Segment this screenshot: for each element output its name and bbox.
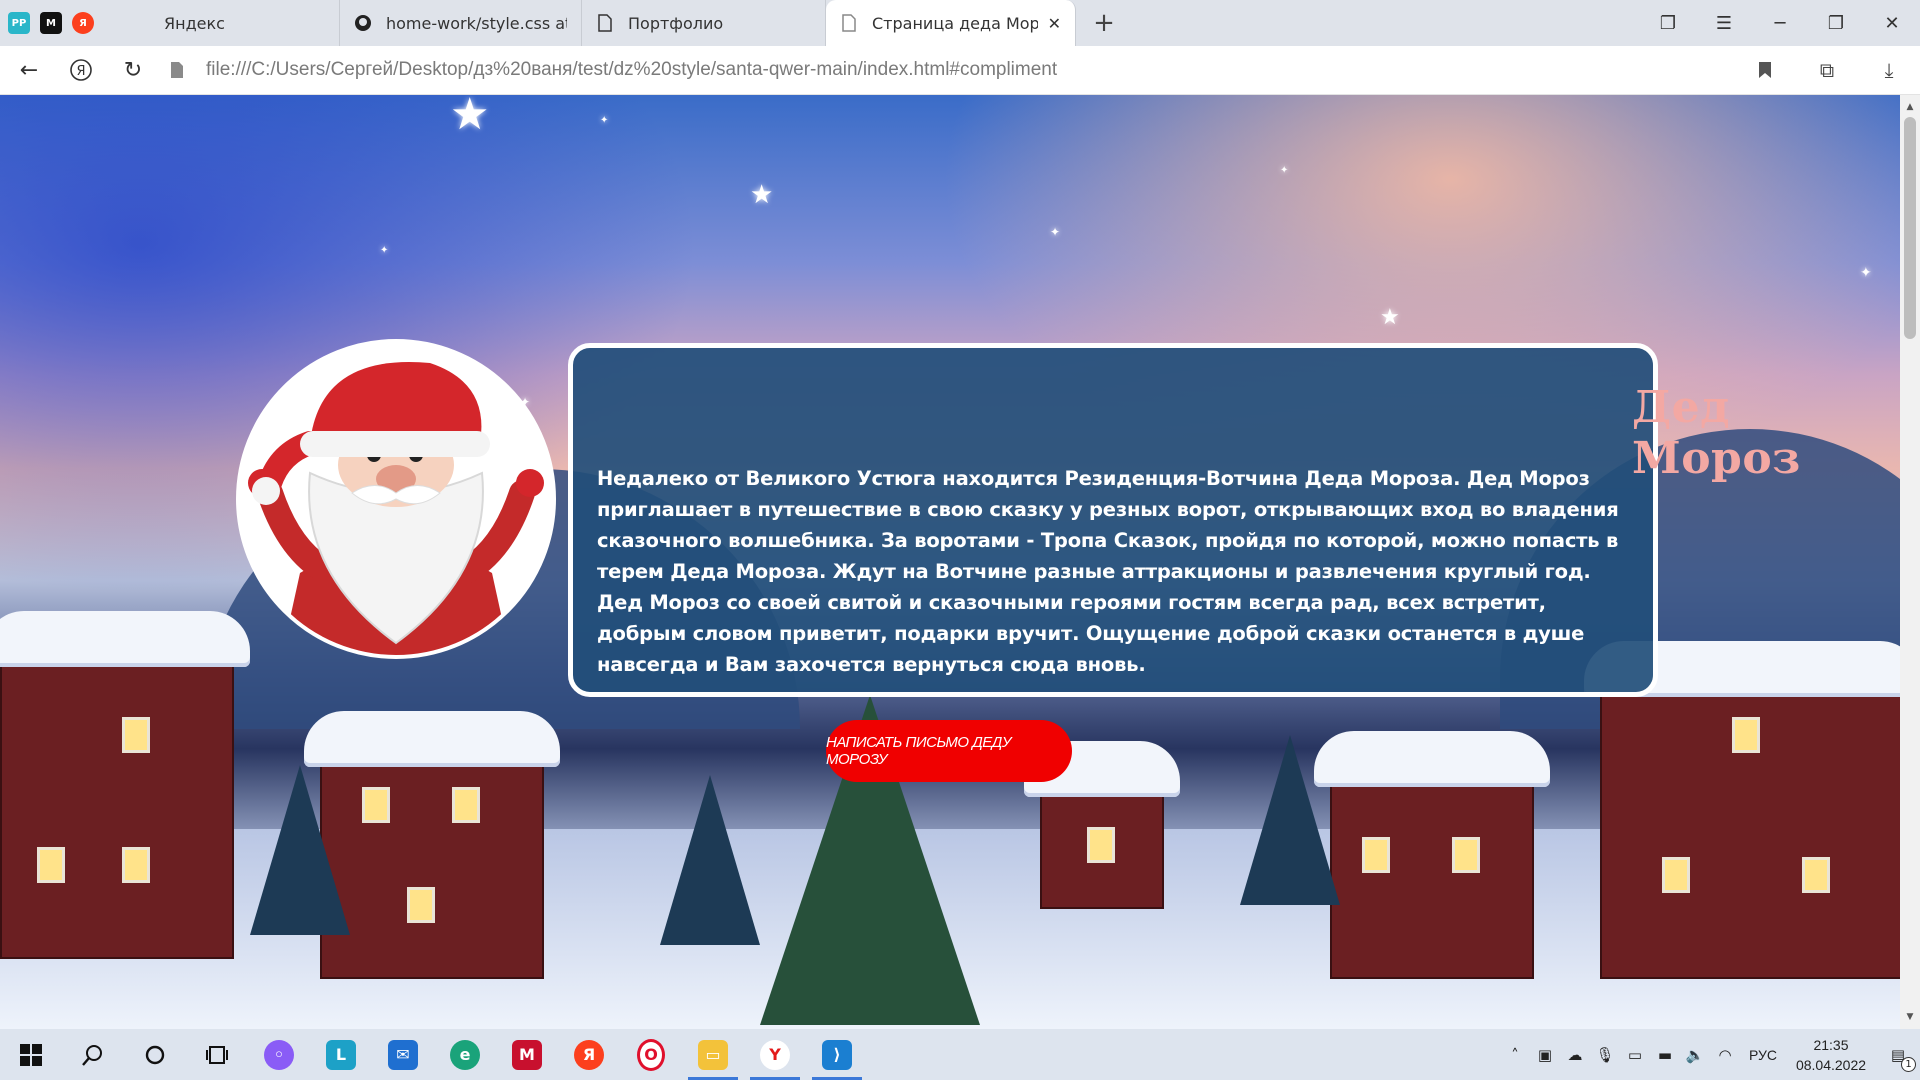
device-icon[interactable]: ▣: [1530, 1029, 1560, 1080]
house: [1314, 731, 1550, 979]
mail-icon[interactable]: ✉: [372, 1029, 434, 1080]
vscode-icon[interactable]: ⟩: [806, 1029, 868, 1080]
reload-button[interactable]: ↻: [110, 47, 156, 93]
show-hidden-icons-icon[interactable]: ˄: [1500, 1029, 1530, 1080]
scroll-down-arrow-icon[interactable]: ▼: [1900, 1009, 1920, 1025]
window-controls: ❐ ☰ ─ ❐ ✕: [1640, 0, 1920, 46]
star-decoration: ✦: [600, 115, 609, 126]
display-icon[interactable]: ▭: [1620, 1029, 1650, 1080]
tab-label: home-work/style.css at ma: [386, 13, 567, 33]
windows-taskbar: ◦ L ✉ e M Я O ▭ Y ⟩ ˄ ▣ ☁ 🎙 ▭ ▬ 🔈 ◠ РУС …: [0, 1029, 1920, 1080]
yandex-icon[interactable]: Я: [72, 12, 94, 34]
scroll-thumb[interactable]: [1904, 117, 1916, 339]
yandex-browser-icon[interactable]: Y: [744, 1029, 806, 1080]
new-tab-button[interactable]: +: [1084, 3, 1124, 43]
restore-button[interactable]: ❐: [1808, 0, 1864, 46]
santa-illustration: [240, 343, 552, 655]
scroll-up-arrow-icon[interactable]: ▲: [1900, 99, 1920, 115]
task-view-icon[interactable]: [186, 1029, 248, 1080]
url-field[interactable]: file:///C:/Users/Сергей/Desktop/дз%20ван…: [206, 59, 1057, 81]
close-window-button[interactable]: ✕: [1864, 0, 1920, 46]
battery-icon[interactable]: ▬: [1650, 1029, 1680, 1080]
star-decoration: ✦: [1860, 265, 1872, 281]
star-decoration: ★: [1380, 305, 1400, 330]
system-tray: ˄ ▣ ☁ 🎙 ▭ ▬ 🔈 ◠ РУС 21:35 08.04.2022 ▤ 1: [1500, 1029, 1920, 1080]
tab-santa-page[interactable]: Страница деда Мороз ✕: [826, 0, 1076, 46]
search-icon[interactable]: [62, 1029, 124, 1080]
pine-tree: [660, 775, 760, 945]
write-letter-button[interactable]: НАПИСАТЬ ПИСЬМО ДЕДУ МОРОЗУ: [826, 720, 1072, 782]
star-decoration: ★: [450, 95, 490, 140]
edge-icon[interactable]: e: [434, 1029, 496, 1080]
house: [1024, 741, 1180, 909]
tab-yandex[interactable]: Яндекс: [118, 0, 340, 46]
browser-tab-strip: PP M Я Яндекс home-work/style.css at ma …: [0, 0, 1920, 46]
file-icon: [162, 47, 192, 93]
page-title: Дед Мороз: [1632, 382, 1801, 484]
document-icon: [596, 14, 614, 32]
collections-button-icon[interactable]: ⧉: [1796, 46, 1858, 94]
file-explorer-icon[interactable]: ▭: [682, 1029, 744, 1080]
volume-icon[interactable]: 🔈: [1680, 1029, 1710, 1080]
description-text: Недалеко от Великого Устюга находится Ре…: [597, 467, 1619, 676]
pine-tree: [1240, 735, 1340, 905]
mcafee-icon[interactable]: M: [496, 1029, 558, 1080]
star-decoration: ✦: [380, 245, 389, 256]
svg-text:Я: Я: [76, 64, 85, 79]
yandex-home-button[interactable]: Я: [58, 47, 104, 93]
address-bar: ← Я ↻ file:///C:/Users/Сергей/Desktop/дз…: [0, 46, 1920, 95]
opera-icon[interactable]: O: [620, 1029, 682, 1080]
github-icon: [354, 14, 372, 32]
collections-icon[interactable]: ❐: [1640, 0, 1696, 46]
yandex-logo-icon: [132, 14, 150, 32]
minimize-button[interactable]: ─: [1752, 0, 1808, 46]
tab-github[interactable]: home-work/style.css at ma: [340, 0, 582, 46]
notification-count-badge: 1: [1901, 1057, 1916, 1072]
clock-date: 08.04.2022: [1795, 1056, 1867, 1073]
m-icon[interactable]: M: [40, 12, 62, 34]
tab-label: Страница деда Мороз: [872, 13, 1038, 33]
notifications-icon[interactable]: ▤ 1: [1876, 1029, 1920, 1080]
star-decoration: ✦: [1280, 165, 1289, 176]
santa-portrait: [236, 339, 556, 659]
pinned-tabs: PP M Я: [0, 12, 118, 34]
alice-icon[interactable]: ◦: [248, 1029, 310, 1080]
star-decoration: ★: [750, 180, 774, 210]
windows-start-icon[interactable]: [0, 1029, 62, 1080]
page-icon: [840, 14, 858, 32]
tab-label: Яндекс: [164, 13, 225, 33]
pp-icon[interactable]: PP: [8, 12, 30, 34]
l-app-icon[interactable]: L: [310, 1029, 372, 1080]
house: [304, 711, 560, 979]
microphone-icon[interactable]: 🎙: [1590, 1029, 1620, 1080]
house: [1584, 641, 1900, 979]
tab-portfolio[interactable]: Портфолио: [582, 0, 826, 46]
bookmark-icon[interactable]: [1734, 46, 1796, 94]
menu-icon[interactable]: ☰: [1696, 0, 1752, 46]
cloud-icon[interactable]: ☁: [1560, 1029, 1590, 1080]
clock[interactable]: 21:35 08.04.2022: [1786, 1035, 1876, 1075]
downloads-icon[interactable]: ⤓: [1858, 46, 1920, 94]
clock-time: 21:35: [1813, 1036, 1849, 1053]
language-indicator[interactable]: РУС: [1740, 1047, 1786, 1063]
address-bar-actions: ⧉ ⤓: [1734, 46, 1920, 94]
page-scrollbar[interactable]: ▲ ▼: [1900, 95, 1920, 1029]
back-button[interactable]: ←: [6, 47, 52, 93]
page-viewport: ★ ★ ★ ✦ ✦ ✦ ✦ ✦ ✦ Недалеко от Великого У…: [0, 95, 1900, 1029]
description-card: Недалеко от Великого Устюга находится Ре…: [568, 343, 1658, 697]
wifi-icon[interactable]: ◠: [1710, 1029, 1740, 1080]
tab-label: Портфолио: [628, 13, 724, 33]
cortana-icon[interactable]: [124, 1029, 186, 1080]
house: [0, 611, 250, 959]
yandex-icon[interactable]: Я: [558, 1029, 620, 1080]
star-decoration: ✦: [1050, 225, 1061, 239]
pine-tree: [250, 765, 350, 935]
close-tab-icon[interactable]: ✕: [1048, 14, 1061, 33]
